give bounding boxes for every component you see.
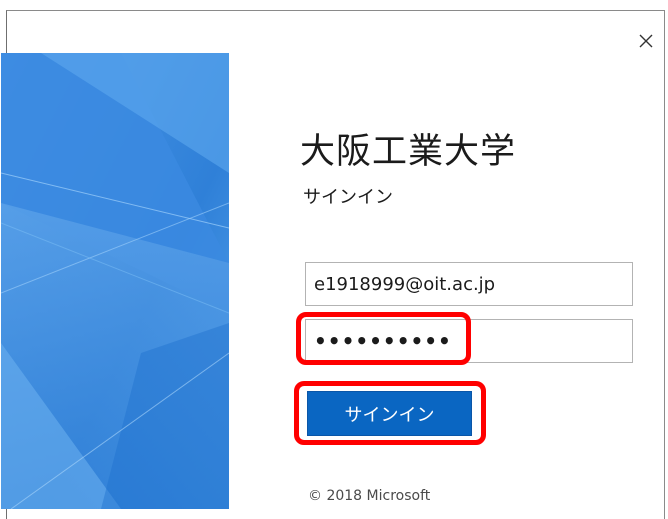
email-value: e1918999@oit.ac.jp [314, 273, 496, 295]
signin-heading: サインイン [303, 187, 393, 208]
copyright-text: © 2018 Microsoft [308, 488, 431, 504]
close-icon [639, 34, 653, 48]
email-field[interactable]: e1918999@oit.ac.jp [305, 262, 633, 306]
close-button[interactable] [631, 26, 661, 56]
password-field[interactable]: •••••••••• [305, 319, 633, 363]
hero-background-art [1, 53, 229, 509]
hero-image [1, 53, 229, 509]
password-masked-value: •••••••••• [314, 329, 452, 353]
organization-title: 大阪工業大学 [300, 132, 517, 172]
signin-button[interactable]: サインイン [307, 391, 472, 436]
